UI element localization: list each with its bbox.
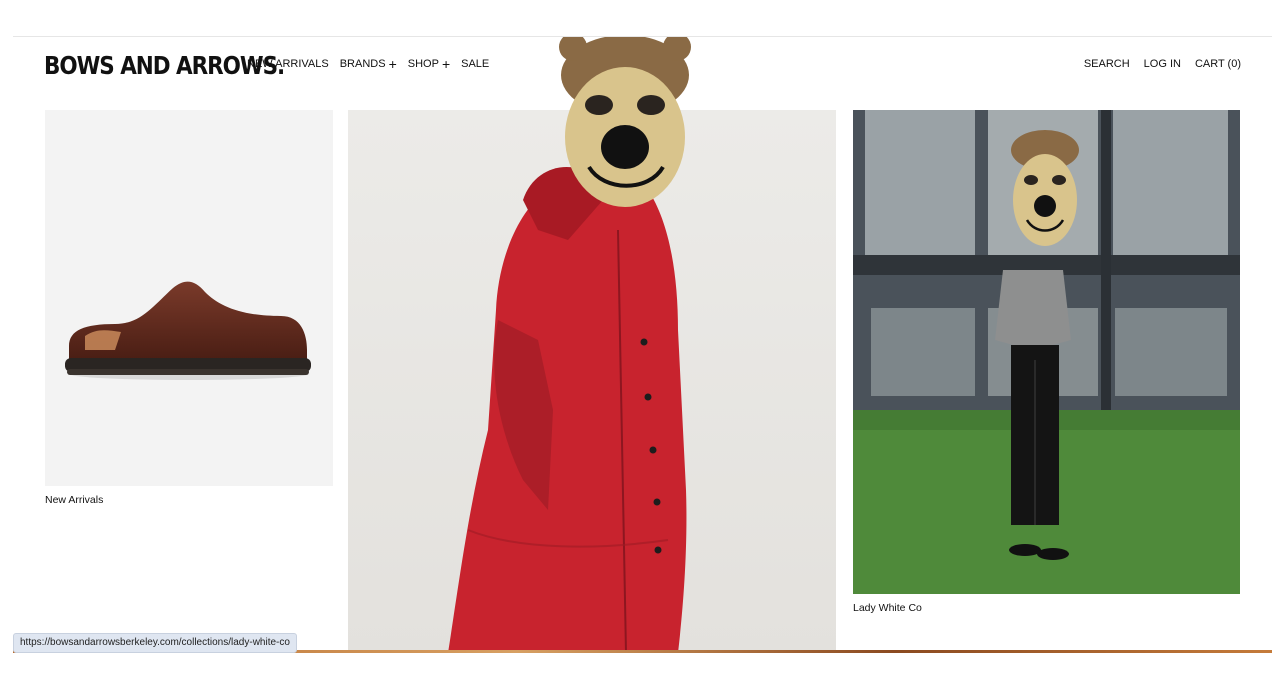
product-image [45, 110, 333, 486]
login-link[interactable]: LOG IN [1144, 58, 1181, 70]
plus-icon: + [441, 55, 451, 72]
lawn-model-illustration [853, 110, 1240, 594]
product-image [853, 110, 1240, 594]
link-status-url: https://bowsandarrowsberkeley.com/collec… [13, 633, 297, 653]
nav-brands[interactable]: BRANDS + [339, 55, 397, 72]
bear-mask-image [559, 37, 691, 217]
nav-new-arrivals[interactable]: NEW ARRIVALS [247, 58, 329, 70]
nav-sale[interactable]: SALE [461, 58, 489, 70]
plus-icon: + [388, 55, 397, 72]
nav-shop[interactable]: SHOP + [407, 55, 451, 72]
store-page: BOWS AND ARROWS. NEW ARRIVALS BRANDS + S… [13, 36, 1272, 653]
nav-label: NEW ARRIVALS [247, 58, 329, 70]
cart-link[interactable]: CART (0) [1195, 58, 1241, 70]
tile-caption: Lady White Co [853, 602, 922, 614]
main-nav: NEW ARRIVALS BRANDS + SHOP + SALE [247, 55, 489, 72]
tile-lady-white-co[interactable]: Lady White Co [853, 110, 1240, 620]
account-nav: SEARCH LOG IN CART (0) [1084, 58, 1241, 70]
nav-label: SALE [461, 58, 490, 70]
search-link[interactable]: SEARCH [1084, 58, 1130, 70]
nav-label: SHOP [407, 58, 439, 70]
tile-new-arrivals[interactable]: New Arrivals [45, 110, 333, 510]
clog-illustration [65, 281, 311, 380]
nav-label: BRANDS [339, 58, 386, 70]
tile-caption: New Arrivals [45, 494, 104, 506]
